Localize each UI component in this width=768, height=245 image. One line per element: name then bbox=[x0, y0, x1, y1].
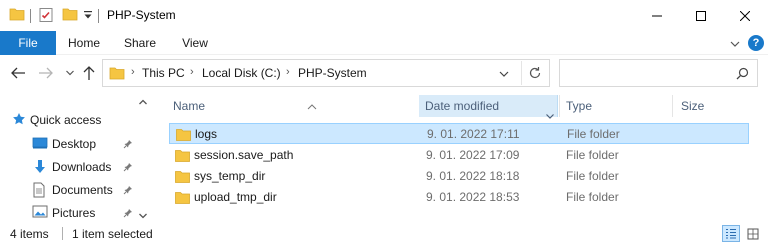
file-type: File folder bbox=[566, 190, 619, 204]
sidebar-item-downloads[interactable]: Downloads bbox=[0, 156, 136, 178]
pictures-icon bbox=[32, 205, 48, 221]
sidebar-item-label: Desktop bbox=[52, 137, 97, 151]
pin-icon[interactable] bbox=[123, 184, 133, 198]
file-name: upload_tmp_dir bbox=[194, 190, 277, 204]
maximize-icon bbox=[696, 10, 706, 21]
file-date-modified: 9. 01. 2022 18:53 bbox=[426, 190, 520, 204]
column-header-size[interactable]: Size bbox=[672, 95, 762, 117]
sidebar-item-label: Documents bbox=[52, 183, 113, 197]
up-arrow-icon[interactable] bbox=[81, 65, 97, 81]
folder-icon bbox=[175, 191, 190, 207]
column-label: Date modified bbox=[425, 99, 500, 113]
tab-home[interactable]: Home bbox=[58, 31, 110, 55]
column-filter-chevron-icon[interactable] bbox=[545, 105, 555, 119]
sidebar-item-documents[interactable]: Documents bbox=[0, 179, 136, 201]
refresh-icon bbox=[529, 67, 540, 79]
help-icon[interactable]: ? bbox=[748, 35, 764, 51]
file-name: sys_temp_dir bbox=[194, 169, 266, 183]
file-name: logs bbox=[195, 127, 218, 141]
address-bar[interactable]: › This PC › Local Disk (C:) › PHP-System bbox=[102, 59, 550, 87]
file-date-modified: 9. 01. 2022 17:09 bbox=[426, 148, 520, 162]
document-icon bbox=[32, 182, 46, 201]
sidebar-item-quick-access[interactable]: Quick access bbox=[0, 109, 136, 131]
breadcrumb-php-system[interactable]: PHP-System bbox=[298, 66, 367, 80]
properties-icon[interactable] bbox=[38, 7, 54, 26]
pin-icon[interactable] bbox=[123, 138, 133, 152]
tab-file[interactable]: File bbox=[0, 31, 56, 55]
column-header-date-modified[interactable]: Date modified bbox=[419, 95, 558, 119]
sidebar-item-label: Pictures bbox=[52, 206, 96, 220]
file-type: File folder bbox=[566, 148, 619, 162]
search-input[interactable] bbox=[559, 59, 758, 87]
search-icon bbox=[736, 67, 749, 83]
file-list: Name Date modified Type Size logs 9. 01.… bbox=[154, 91, 768, 222]
file-type: File folder bbox=[567, 127, 620, 141]
sort-ascending-icon bbox=[307, 95, 317, 117]
table-row[interactable]: logs 9. 01. 2022 17:11 File folder bbox=[169, 123, 749, 144]
table-row[interactable]: session.save_path 9. 01. 2022 17:09 File… bbox=[169, 145, 749, 166]
download-arrow-icon bbox=[32, 159, 48, 178]
ribbon-tabs: File Home Share View ? bbox=[0, 31, 768, 55]
folder-icon bbox=[175, 170, 190, 186]
refresh-button[interactable] bbox=[521, 61, 547, 85]
recent-locations-icon[interactable] bbox=[62, 65, 78, 81]
breadcrumb-separator[interactable]: › bbox=[131, 66, 135, 78]
sidebar-item-pictures[interactable]: Pictures bbox=[0, 202, 136, 224]
column-header-type[interactable]: Type bbox=[559, 95, 671, 117]
sidebar-item-label: Quick access bbox=[30, 113, 102, 127]
maximize-button[interactable] bbox=[678, 0, 724, 31]
file-type: File folder bbox=[566, 169, 619, 183]
column-label: Name bbox=[173, 99, 206, 113]
breadcrumb-separator[interactable]: › bbox=[190, 66, 194, 78]
forward-arrow-icon[interactable] bbox=[38, 65, 54, 81]
breadcrumb-local-disk[interactable]: Local Disk (C:) bbox=[202, 66, 281, 80]
folder-icon bbox=[176, 128, 191, 144]
desktop-icon bbox=[32, 136, 48, 153]
large-icons-view-icon bbox=[747, 228, 759, 239]
minimize-button[interactable] bbox=[634, 0, 680, 31]
expand-ribbon-icon[interactable] bbox=[729, 38, 741, 48]
selection-status: 1 item selected bbox=[72, 227, 153, 241]
details-view-icon bbox=[726, 228, 736, 239]
sidebar-item-desktop[interactable]: Desktop bbox=[0, 133, 136, 155]
status-separator bbox=[62, 227, 63, 240]
navigation-pane: Quick access Desktop Downloads Documents bbox=[0, 91, 154, 222]
table-row[interactable]: sys_temp_dir 9. 01. 2022 18:18 File fold… bbox=[169, 166, 749, 187]
tab-share[interactable]: Share bbox=[114, 31, 166, 55]
breadcrumb-this-pc[interactable]: This PC bbox=[142, 66, 185, 80]
window-title: PHP-System bbox=[107, 8, 176, 22]
title-bar: PHP-System bbox=[0, 0, 768, 31]
address-history-icon[interactable] bbox=[498, 68, 510, 78]
tab-view[interactable]: View bbox=[170, 31, 220, 55]
breadcrumb-separator[interactable]: › bbox=[286, 66, 290, 78]
folder-icon bbox=[9, 7, 25, 24]
large-icons-view-button[interactable] bbox=[744, 225, 762, 242]
status-bar: 4 items 1 item selected bbox=[0, 222, 768, 245]
toolbar-separator bbox=[30, 9, 31, 23]
sidebar-item-label: Downloads bbox=[52, 160, 112, 174]
toolbar-separator bbox=[98, 9, 99, 23]
minimize-icon bbox=[652, 15, 662, 16]
column-header-name[interactable]: Name bbox=[173, 95, 419, 117]
navigation-bar: › This PC › Local Disk (C:) › PHP-System bbox=[0, 55, 768, 91]
close-icon bbox=[740, 10, 750, 21]
details-view-button[interactable] bbox=[722, 225, 740, 242]
new-folder-icon[interactable] bbox=[62, 7, 78, 24]
table-row[interactable]: upload_tmp_dir 9. 01. 2022 18:53 File fo… bbox=[169, 187, 749, 208]
pin-icon[interactable] bbox=[123, 161, 133, 175]
file-date-modified: 9. 01. 2022 17:11 bbox=[427, 127, 520, 141]
folder-icon bbox=[175, 149, 190, 165]
customize-toolbar-icon[interactable] bbox=[83, 9, 93, 21]
star-icon bbox=[12, 112, 26, 129]
back-arrow-icon[interactable] bbox=[10, 65, 26, 81]
pin-icon[interactable] bbox=[123, 207, 133, 221]
file-date-modified: 9. 01. 2022 18:18 bbox=[426, 169, 520, 183]
scroll-up-icon[interactable] bbox=[138, 95, 148, 105]
file-name: session.save_path bbox=[194, 148, 294, 162]
folder-icon bbox=[109, 66, 125, 83]
scroll-down-icon[interactable] bbox=[138, 209, 148, 219]
close-button[interactable] bbox=[722, 0, 768, 31]
item-count: 4 items bbox=[10, 227, 49, 241]
